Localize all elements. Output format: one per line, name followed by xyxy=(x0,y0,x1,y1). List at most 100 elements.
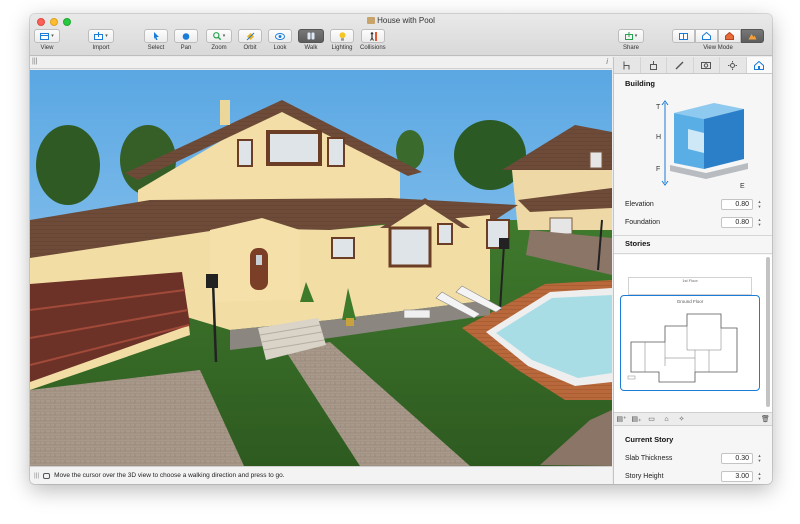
eye-icon xyxy=(275,32,285,40)
plant-pot xyxy=(346,318,354,326)
lighting-tool: Lighting xyxy=(330,29,354,51)
magnifier-icon xyxy=(212,32,221,40)
share-icon xyxy=(624,32,633,40)
lamp-head xyxy=(499,238,509,249)
tab-camera[interactable] xyxy=(694,57,720,73)
door-glass xyxy=(256,255,262,265)
diagram-side xyxy=(704,109,744,169)
front-window xyxy=(388,226,432,268)
side-window xyxy=(437,223,453,245)
view-mode-split-button[interactable] xyxy=(695,29,718,43)
view-button[interactable]: ▾ xyxy=(34,29,60,43)
story-height-label: Story Height xyxy=(625,473,664,480)
elevation-label: Elevation xyxy=(625,201,654,208)
message-icon xyxy=(43,472,51,479)
tab-building[interactable] xyxy=(746,57,772,73)
floor-plan-icon xyxy=(679,32,688,40)
story-height-stepper[interactable]: ▲ ▼ xyxy=(756,471,763,482)
status-bar: ||| Move the cursor over the 3D view to … xyxy=(30,466,612,484)
foundation-label: Foundation xyxy=(625,219,661,226)
3d-view[interactable] xyxy=(30,70,612,466)
title-bar: House with Pool ▾ View ▾ Import Select P… xyxy=(30,14,772,56)
view-mode-render-button[interactable] xyxy=(741,29,764,43)
foundation-row: Foundation 0.80 ▲ ▼ xyxy=(625,217,763,229)
story-height-row: Story Height 3.00 ▲ ▼ xyxy=(625,471,763,483)
look-button[interactable] xyxy=(268,29,292,43)
tab-materials[interactable] xyxy=(641,57,667,73)
slab-thickness-stepper[interactable]: ▲ ▼ xyxy=(756,453,763,464)
collision-icon xyxy=(369,31,377,41)
diagram-letter-e: E xyxy=(740,183,745,190)
house-3d-icon xyxy=(725,32,734,40)
tab-furniture[interactable] xyxy=(614,57,641,73)
inspector-tabs xyxy=(614,57,772,74)
diagram-letter-t: T xyxy=(656,104,661,111)
story-ground-floor-label: Ground Floor xyxy=(676,299,704,304)
import-button[interactable]: ▾ xyxy=(88,29,114,43)
hand-icon xyxy=(182,33,190,40)
house-outline-icon xyxy=(702,32,711,40)
tab-lighting[interactable] xyxy=(720,57,747,73)
chair-icon xyxy=(623,61,630,69)
pan-button[interactable] xyxy=(174,29,198,43)
orbit-icon xyxy=(246,32,254,40)
share-tool: ▾ Share xyxy=(618,29,644,51)
share-button[interactable]: ▾ xyxy=(618,29,644,43)
tree xyxy=(36,125,100,205)
zoom-tool: ▾ Zoom xyxy=(206,29,232,51)
side-table xyxy=(403,309,431,319)
lamp-head xyxy=(206,274,218,288)
slab-thickness-field[interactable]: 0.30 xyxy=(721,453,753,464)
walk-button[interactable] xyxy=(298,29,324,43)
duplicate-story-icon[interactable]: ▭ xyxy=(644,413,659,425)
building-section-title: Building xyxy=(625,79,655,88)
story-first-floor[interactable]: 1st Floor xyxy=(628,277,752,295)
upper-window-small xyxy=(327,137,345,167)
trash-icon[interactable]: 🗑 xyxy=(758,413,772,425)
view-mode-3d-button[interactable] xyxy=(718,29,741,43)
foundation-stepper[interactable]: ▲ ▼ xyxy=(756,217,763,228)
status-handle[interactable]: ||| xyxy=(34,472,39,479)
story-settings-icon[interactable]: ✧ xyxy=(674,413,689,425)
zoom-button[interactable]: ▾ xyxy=(206,29,232,43)
upper-window-small xyxy=(237,139,253,167)
story-house-icon[interactable]: ⌂ xyxy=(659,413,674,425)
stories-toolbar: ▤⁺ ▤₊ ▭ ⌂ ✧ 🗑 xyxy=(614,412,772,426)
mountain-icon xyxy=(748,34,757,40)
stories-list: 1st Floor Ground Floor xyxy=(614,255,772,421)
building-diagram: T H F E xyxy=(656,100,748,190)
pencil-icon xyxy=(675,61,684,69)
tab-draw[interactable] xyxy=(667,57,694,73)
neighbor-window xyxy=(589,151,603,169)
select-button[interactable] xyxy=(144,29,168,43)
sidebar-toggle-handle[interactable]: ||| xyxy=(32,58,37,65)
document-icon xyxy=(367,17,376,24)
add-story-below-icon[interactable]: ▤₊ xyxy=(629,413,644,425)
upper-window xyxy=(270,134,318,162)
window-title: House with Pool xyxy=(30,16,772,25)
diagram-letter-h: H xyxy=(656,134,661,141)
neighbor-window xyxy=(549,217,573,235)
add-story-above-icon[interactable]: ▤⁺ xyxy=(614,413,629,425)
sun-icon xyxy=(728,60,738,70)
info-icon[interactable]: i xyxy=(606,57,608,66)
stories-section-title: Stories xyxy=(625,239,651,248)
view-mode-2d-button[interactable] xyxy=(672,29,695,43)
floor-plan-thumbnail xyxy=(627,313,738,383)
pan-tool: Pan xyxy=(174,29,198,51)
import-icon xyxy=(94,32,104,40)
elevation-row: Elevation 0.80 ▲ ▼ xyxy=(625,199,763,211)
foundation-field[interactable]: 0.80 xyxy=(721,217,753,228)
front-window xyxy=(331,237,355,259)
collisions-button[interactable] xyxy=(360,29,385,43)
footprints-icon xyxy=(307,32,315,40)
stories-scrollbar[interactable] xyxy=(766,257,770,407)
orbit-tool: Orbit xyxy=(238,29,262,51)
story-height-field[interactable]: 3.00 xyxy=(721,471,753,482)
elevation-stepper[interactable]: ▲ ▼ xyxy=(756,199,763,210)
lighting-button[interactable] xyxy=(330,29,354,43)
3d-scene xyxy=(30,70,612,466)
orbit-button[interactable] xyxy=(238,29,262,43)
elevation-field[interactable]: 0.80 xyxy=(721,199,753,210)
story-ground-floor[interactable]: Ground Floor xyxy=(620,295,760,391)
